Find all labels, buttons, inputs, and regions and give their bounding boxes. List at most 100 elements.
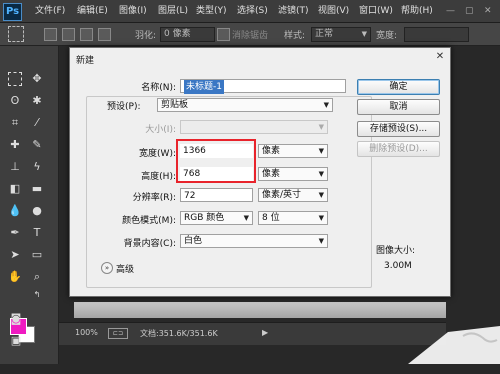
height-unit-value: 像素: [262, 169, 281, 179]
menu-help[interactable]: 帮助(H): [401, 4, 433, 18]
resolution-unit-value: 像素/英寸: [262, 190, 302, 200]
feather-label: 羽化:: [135, 31, 157, 41]
pen-tool-icon[interactable]: ✒: [8, 226, 22, 240]
preset-select[interactable]: 剪贴板 ▼: [157, 98, 333, 112]
menu-image[interactable]: 图像(I): [119, 4, 147, 18]
width-unit-value: 像素: [262, 146, 281, 156]
subtract-selection-icon[interactable]: [80, 28, 93, 41]
antialias-checkbox[interactable]: [217, 28, 230, 41]
maximize-icon[interactable]: ▢: [465, 4, 474, 18]
name-value: 未标题-1: [184, 80, 224, 94]
width-label: 宽度(W):: [139, 149, 176, 159]
chevron-down-icon: ▼: [318, 214, 324, 222]
document-canvas[interactable]: [74, 302, 446, 318]
preset-value: 剪贴板: [161, 100, 189, 110]
swap-colors-icon[interactable]: ↰: [30, 288, 44, 302]
menu-edit[interactable]: 编辑(E): [77, 4, 108, 18]
magic-wand-tool-icon[interactable]: ✱: [30, 94, 44, 108]
image-size-value: 3.00M: [384, 261, 412, 271]
path-selection-tool-icon[interactable]: ➤: [8, 248, 22, 262]
healing-brush-tool-icon[interactable]: ✚: [8, 138, 22, 152]
dialog-title: 新建: [76, 56, 95, 66]
menu-layer[interactable]: 图层(L): [158, 4, 188, 18]
name-field[interactable]: 未标题-1: [180, 79, 346, 94]
dodge-tool-icon[interactable]: ●: [30, 204, 44, 218]
menu-view[interactable]: 视图(V): [318, 4, 349, 18]
chevron-down-icon: ▼: [243, 214, 249, 222]
background-label: 背景内容(C):: [123, 239, 176, 249]
ok-button[interactable]: 确定: [357, 79, 440, 95]
history-brush-tool-icon[interactable]: ϟ: [30, 160, 44, 174]
name-label: 名称(N):: [141, 83, 176, 93]
brush-tool-icon[interactable]: ✎: [30, 138, 44, 152]
photoshop-logo: Ps: [3, 3, 22, 21]
feather-input[interactable]: 0 像素: [160, 27, 215, 42]
quick-mask-mode-icon[interactable]: ◙: [9, 312, 23, 326]
move-tool-icon[interactable]: ✥: [30, 72, 44, 86]
style-select[interactable]: 正常 ▼: [311, 27, 371, 42]
advanced-label[interactable]: 高级: [116, 262, 134, 275]
hand-tool-icon[interactable]: ✋: [8, 270, 22, 284]
save-preset-button[interactable]: 存储预设(S)...: [357, 121, 440, 137]
menu-type[interactable]: 类型(Y): [196, 4, 227, 18]
delete-preset-button[interactable]: 删除预设(D)...: [357, 141, 440, 157]
resolution-unit-select[interactable]: 像素/英寸 ▼: [258, 188, 328, 202]
chevron-down-icon: ▼: [318, 147, 324, 155]
antialias-label: 消除锯齿: [232, 31, 269, 41]
eyedropper-tool-icon[interactable]: ⁄: [30, 116, 44, 130]
preset-label: 预设(P):: [105, 99, 155, 112]
bit-depth-select[interactable]: 8 位 ▼: [258, 211, 328, 225]
bit-depth-value: 8 位: [262, 213, 280, 223]
rectangle-tool-icon[interactable]: ▭: [30, 248, 44, 262]
chevron-down-icon: ▼: [318, 123, 324, 131]
menu-file[interactable]: 文件(F): [35, 4, 65, 18]
type-tool-icon[interactable]: T: [30, 226, 44, 240]
close-icon[interactable]: ✕: [434, 51, 446, 63]
color-mode-value: RGB 颜色: [184, 213, 225, 223]
crop-tool-icon[interactable]: ⌗: [8, 116, 22, 130]
menu-bar: Ps 文件(F) 编辑(E) 图像(I) 图层(L) 类型(Y) 选择(S) 滤…: [0, 0, 500, 23]
image-size-label: 图像大小:: [376, 246, 416, 256]
minimize-icon[interactable]: —: [446, 4, 455, 18]
highlight-box: [176, 139, 256, 183]
intersect-selection-icon[interactable]: [98, 28, 111, 41]
eraser-tool-icon[interactable]: ◧: [8, 182, 22, 196]
menu-select[interactable]: 选择(S): [237, 4, 268, 18]
document-info: 文档:351.6K/351.6K: [140, 329, 218, 338]
advanced-expand-icon[interactable]: »: [101, 262, 113, 274]
status-icon: ⊏⊐: [108, 328, 128, 339]
color-mode-select[interactable]: RGB 颜色 ▼: [180, 211, 253, 225]
status-arrow-icon[interactable]: ▶: [262, 328, 268, 337]
height-label: 高度(H):: [141, 172, 176, 182]
width-input[interactable]: [404, 27, 469, 42]
chevron-down-icon: ▼: [318, 237, 324, 245]
background-select[interactable]: 白色 ▼: [180, 234, 328, 248]
menu-filter[interactable]: 滤镜(T): [278, 4, 309, 18]
gradient-tool-icon[interactable]: ▬: [30, 182, 44, 196]
height-unit-select[interactable]: 像素 ▼: [258, 167, 328, 181]
clone-stamp-tool-icon[interactable]: ⊥: [8, 160, 22, 174]
chevron-down-icon: ▼: [318, 170, 324, 178]
width-unit-select[interactable]: 像素 ▼: [258, 144, 328, 158]
resolution-field[interactable]: 72: [180, 188, 253, 202]
color-mode-label: 颜色模式(M):: [122, 216, 176, 226]
resolution-label: 分辨率(R):: [132, 193, 176, 203]
size-select[interactable]: ▼: [180, 120, 328, 134]
zoom-tool-icon[interactable]: ⌕: [30, 270, 44, 284]
chevron-down-icon: ▼: [361, 30, 367, 38]
menu-window[interactable]: 窗口(W): [359, 4, 393, 18]
screen-mode-icon[interactable]: ▣: [9, 334, 23, 348]
close-window-icon[interactable]: ✕: [484, 4, 492, 18]
size-label: 大小(I):: [145, 125, 176, 135]
new-selection-icon[interactable]: [44, 28, 57, 41]
blur-tool-icon[interactable]: 💧: [8, 204, 22, 218]
quick-mask-icon[interactable]: [8, 360, 22, 374]
add-selection-icon[interactable]: [62, 28, 75, 41]
marquee-tool-icon[interactable]: [8, 72, 22, 86]
style-label: 样式:: [284, 31, 306, 41]
marquee-tool-preset-icon[interactable]: [8, 26, 24, 42]
lasso-tool-icon[interactable]: ʘ: [8, 94, 22, 108]
zoom-level[interactable]: 100%: [75, 328, 98, 337]
chevron-down-icon: ▼: [318, 191, 324, 199]
cancel-button[interactable]: 取消: [357, 99, 440, 115]
